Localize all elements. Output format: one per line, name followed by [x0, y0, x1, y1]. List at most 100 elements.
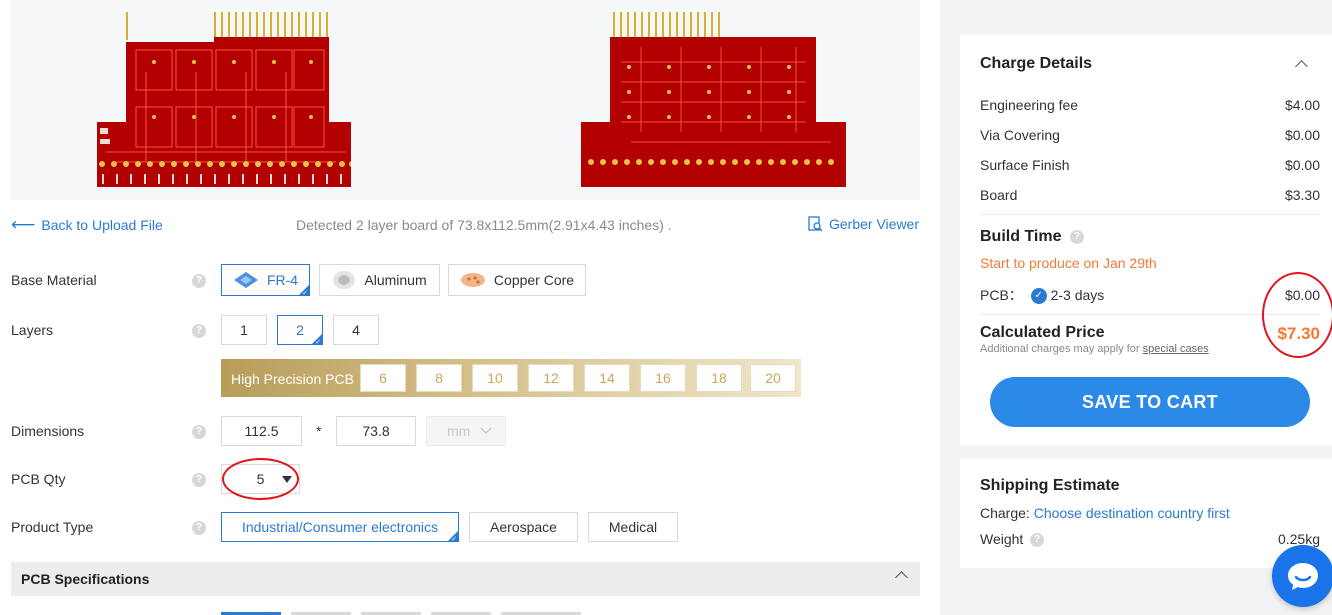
fee-value: $0.00 [1284, 157, 1320, 173]
save-to-cart-button[interactable]: SAVE TO CART [990, 377, 1310, 427]
hp-layer-option-10[interactable]: 10 [472, 364, 518, 392]
pcb-qty-help-icon[interactable]: ? [192, 473, 206, 487]
dimension-height-input[interactable]: 73.8 [336, 416, 416, 446]
help-icon[interactable]: ? [1030, 533, 1045, 548]
dimensions-help-icon[interactable]: ? [192, 425, 206, 439]
fee-value: $4.00 [1284, 97, 1320, 113]
divider [980, 314, 1320, 315]
fee-value: $0.00 [1284, 127, 1320, 143]
pcb-preview [11, 0, 920, 200]
copper-core-icon [460, 273, 485, 287]
product-type-help-icon[interactable]: ? [192, 521, 206, 535]
live-chat-button[interactable] [1272, 545, 1332, 607]
calculated-price-note-text: Additional charges may apply for [980, 343, 1143, 355]
pcb-specifications-title: PCB Specifications [21, 571, 150, 587]
weight-label: Weight [980, 531, 1024, 547]
fee-value: $3.30 [1284, 187, 1320, 203]
fee-row-engineering: Engineering fee $4.00 [980, 97, 1320, 113]
gerber-viewer-icon [808, 216, 823, 232]
fee-name: Via Covering [980, 127, 1060, 143]
fee-row-board: Board $3.30 [980, 187, 1320, 203]
pcb-qty-label: PCB Qty [11, 471, 66, 487]
shipping-weight-row: Weight ? 0.25kg [980, 531, 1320, 548]
fee-row-surface-finish: Surface Finish $0.00 [980, 157, 1320, 173]
fr4-icon [233, 272, 258, 288]
configurator-panel: ⟵ Back to Upload File Detected 2 layer b… [0, 0, 940, 615]
detected-board-info: Detected 2 layer board of 73.8x112.5mm(2… [296, 217, 672, 233]
pcb-build-label: PCB： [980, 287, 1023, 303]
unit-select-value: mm [447, 423, 471, 439]
material-option-fr4[interactable]: FR-4 [221, 264, 310, 297]
pcb-specifications-header[interactable]: PCB Specifications [11, 562, 920, 596]
hp-layer-option-14[interactable]: 14 [584, 364, 630, 392]
back-to-upload-link[interactable]: ⟵ Back to Upload File [11, 216, 163, 233]
product-type-option-medical[interactable]: Medical [588, 512, 678, 542]
fee-row-via-covering: Via Covering $0.00 [980, 127, 1320, 143]
hp-layer-option-16[interactable]: 16 [640, 364, 686, 392]
layers-label: Layers [11, 322, 54, 338]
fee-name: Board [980, 187, 1018, 203]
base-material-help-icon[interactable]: ? [192, 274, 206, 288]
material-label-fr4: FR-4 [266, 272, 299, 288]
hp-layer-option-20[interactable]: 20 [750, 364, 796, 392]
calculated-price-note: Additional charges may apply for special… [980, 343, 1209, 355]
aluminum-icon [333, 271, 356, 289]
hp-layer-option-12[interactable]: 12 [528, 364, 574, 392]
material-label-aluminum: Aluminum [364, 272, 427, 288]
calculated-price-value: $7.30 [1277, 324, 1320, 343]
dimension-width-input[interactable]: 112.5 [221, 416, 302, 446]
produce-start-note: Start to produce on Jan 29th [980, 255, 1157, 271]
charge-details-card: Charge Details Engineering fee $4.00 Via… [960, 35, 1332, 446]
layers-help-icon[interactable]: ? [192, 324, 206, 338]
check-icon: ✓ [1030, 288, 1047, 305]
dimension-separator: * [316, 423, 322, 439]
gerber-viewer-label: Gerber Viewer [829, 216, 920, 232]
layer-option-2[interactable]: 2 [277, 315, 323, 346]
unit-select[interactable]: mm [426, 416, 506, 446]
layer-option-4[interactable]: 4 [333, 315, 379, 345]
chevron-down-icon [480, 427, 492, 434]
pcb-build-row: PCB： ✓ 2-3 days $0.00 [980, 285, 1320, 305]
pcb-build-price: $0.00 [1284, 287, 1320, 303]
dimensions-label: Dimensions [11, 423, 85, 439]
pcb-top-view [97, 12, 351, 187]
layer-option-1[interactable]: 1 [221, 315, 267, 345]
pcb-qty-select[interactable]: 5 [221, 464, 300, 494]
help-icon[interactable]: ? [1069, 229, 1084, 244]
material-option-copper-core[interactable]: Copper Core [448, 264, 586, 296]
high-precision-label: High Precision PCB [231, 371, 354, 387]
shipping-estimate-title: Shipping Estimate [980, 477, 1120, 494]
chevron-up-icon[interactable] [1295, 60, 1308, 73]
product-type-label: Product Type [11, 519, 94, 535]
pcb-bottom-view [581, 12, 846, 187]
chat-bubble-icon [1288, 563, 1318, 590]
pcb-qty-value: 5 [256, 471, 265, 487]
build-time-title: Build Time ? [980, 228, 1084, 246]
hp-layer-option-8[interactable]: 8 [416, 364, 462, 392]
pcb-build-option[interactable]: PCB： ✓ 2-3 days [980, 285, 1104, 305]
material-label-copper-core: Copper Core [493, 272, 575, 288]
arrow-left-icon: ⟵ [11, 215, 36, 234]
shipping-charge-row: Charge: Choose destination country first [980, 505, 1230, 521]
high-precision-pcb-bar: High Precision PCB 6 8 10 12 14 16 18 20 [221, 359, 801, 397]
shipping-estimate-card: Shipping Estimate Charge: Choose destina… [960, 458, 1332, 568]
hp-layer-option-18[interactable]: 18 [696, 364, 742, 392]
product-type-option-aerospace[interactable]: Aerospace [469, 512, 578, 542]
shipping-charge-label: Charge: [980, 505, 1030, 521]
caret-down-icon [282, 476, 292, 483]
hp-layer-option-6[interactable]: 6 [360, 364, 406, 392]
pcb-build-days: 2-3 days [1050, 287, 1105, 303]
fee-name: Surface Finish [980, 157, 1070, 173]
fee-name: Engineering fee [980, 97, 1079, 113]
charge-details-title: Charge Details [980, 55, 1093, 72]
base-material-label: Base Material [11, 272, 97, 288]
choose-country-link[interactable]: Choose destination country first [1034, 505, 1230, 521]
product-type-option-industrial[interactable]: Industrial/Consumer electronics [221, 512, 459, 543]
special-cases-link[interactable]: special cases [1143, 343, 1209, 355]
divider [980, 214, 1320, 215]
summary-panel: Charge Details Engineering fee $4.00 Via… [940, 0, 1332, 615]
calculated-price-title: Calculated Price [980, 324, 1105, 341]
material-option-aluminum[interactable]: Aluminum [319, 264, 440, 296]
back-to-upload-label: Back to Upload File [41, 216, 163, 233]
gerber-viewer-link[interactable]: Gerber Viewer [808, 216, 919, 232]
